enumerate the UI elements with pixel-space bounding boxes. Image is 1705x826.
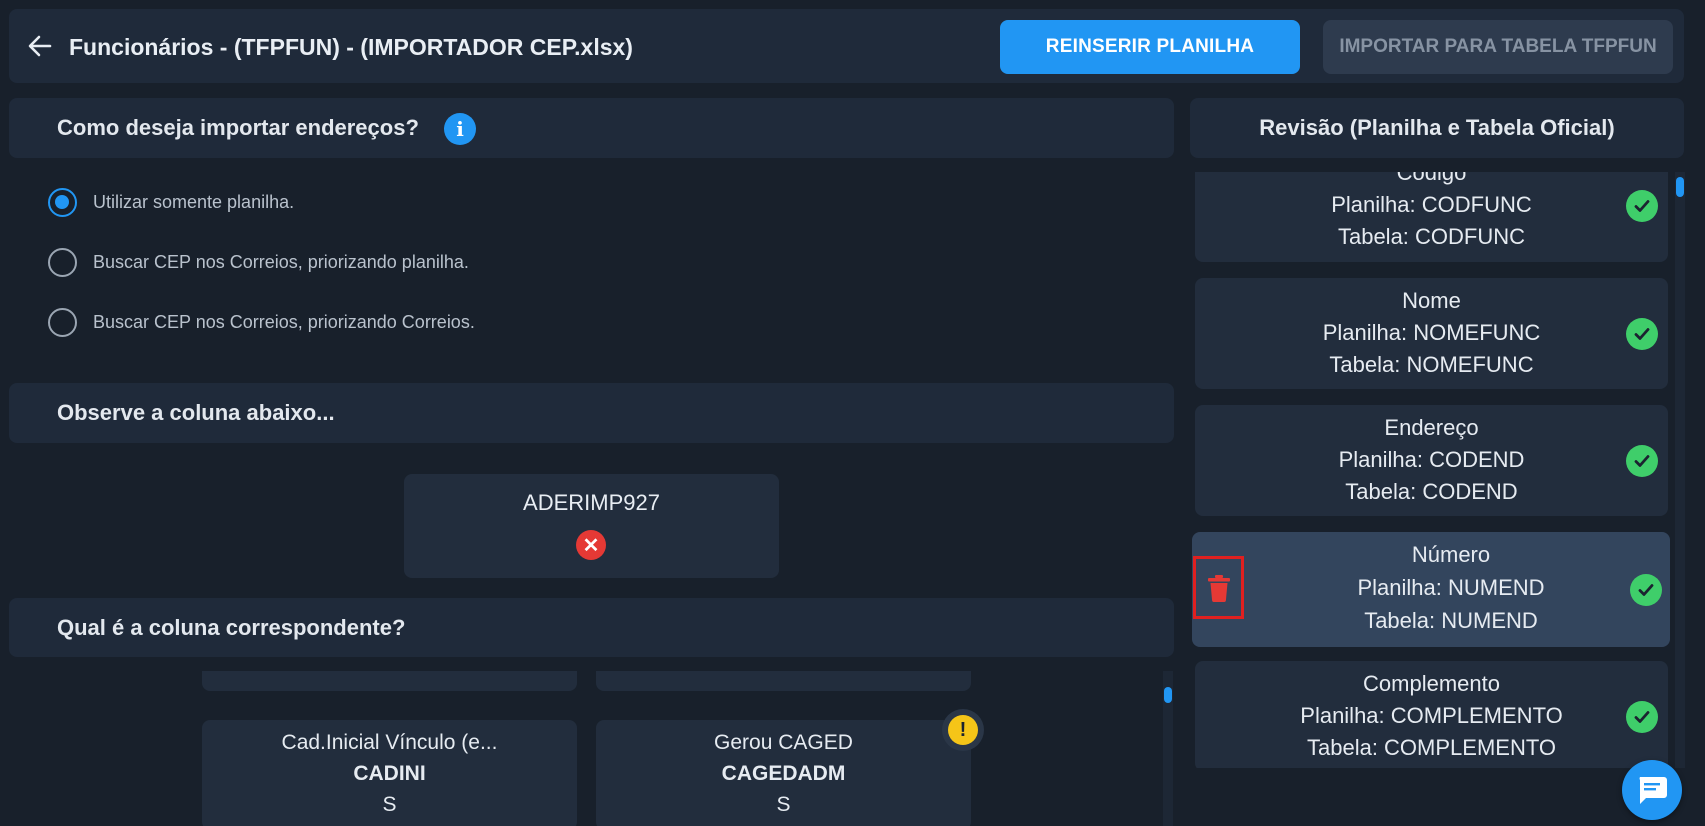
import-mode-header: Como deseja importar endereços? [9, 98, 1174, 158]
column-option-card[interactable]: Gerou CAGED CAGEDADM S [596, 720, 971, 826]
column-options-list[interactable]: I S Cad.Inicial Vínculo (e... CADINI S G… [9, 671, 1175, 826]
matching-column-title: Qual é a coluna correspondente? [57, 614, 406, 640]
review-title: Revisão (Planilha e Tabela Oficial) [1259, 115, 1615, 140]
check-icon [1630, 574, 1662, 606]
review-item-sheet: Planilha: CODEND [1338, 447, 1525, 472]
review-item-sheet: Planilha: CODFUNC [1331, 192, 1532, 217]
review-item: Complemento Planilha: COMPLEMENTO Tabela… [1195, 661, 1668, 768]
chat-button[interactable] [1622, 760, 1682, 820]
review-item-table: Tabela: NUMEND [1364, 608, 1538, 633]
review-item-name: Complemento [1363, 671, 1500, 696]
review-item-sheet: Planilha: COMPLEMENTO [1300, 703, 1563, 728]
review-item-table: Tabela: CODFUNC [1337, 224, 1526, 249]
radio-label: Utilizar somente planilha. [93, 192, 295, 212]
column-option-value: S [776, 793, 791, 816]
review-item-name: Endereço [1384, 415, 1479, 440]
column-option-card[interactable]: I [202, 671, 577, 691]
column-option-code: CAGEDADM [721, 762, 846, 785]
reinsert-sheet-button[interactable]: REINSERIR PLANILHA [1000, 20, 1300, 74]
review-item-sheet: Planilha: NUMEND [1357, 575, 1545, 600]
radio-option-correios-sheet-priority[interactable]: Buscar CEP nos Correios, priorizando pla… [48, 248, 469, 277]
chat-icon [1639, 777, 1667, 804]
matching-column-header: Qual é a coluna correspondente? [9, 598, 1174, 657]
scrollbar-thumb[interactable] [1164, 687, 1172, 703]
column-option-card[interactable]: Cad.Inicial Vínculo (e... CADINI S [202, 720, 577, 826]
review-item-selected[interactable]: Número Planilha: NUMEND Tabela: NUMEND [1192, 532, 1670, 647]
review-item-name: Código [1396, 172, 1467, 185]
observe-column-title: Observe a coluna abaixo... [57, 400, 335, 425]
import-to-table-button[interactable]: IMPORTAR PARA TABELA TFPFUN [1323, 20, 1673, 74]
column-option-label: Cad.Inicial Vínculo (e... [281, 731, 498, 754]
column-option-value: I [202, 671, 577, 675]
radio-button[interactable] [48, 248, 77, 277]
check-icon [1626, 190, 1658, 222]
delete-mapping-button[interactable] [1193, 556, 1244, 619]
radio-label: Buscar CEP nos Correios, priorizando Cor… [93, 312, 475, 332]
radio-label: Buscar CEP nos Correios, priorizando pla… [93, 252, 469, 272]
trash-icon [1207, 574, 1230, 602]
review-item-sheet: Planilha: NOMEFUNC [1322, 320, 1541, 345]
scrollbar-thumb[interactable] [1676, 177, 1684, 197]
column-option-code: CADINI [353, 762, 426, 785]
back-arrow-icon[interactable] [26, 32, 54, 60]
source-column-card: ADERIMP927 [404, 474, 779, 578]
review-item-name: Nome [1402, 288, 1461, 313]
review-list[interactable]: Código Planilha: CODFUNC Tabela: CODFUNC… [1190, 172, 1675, 768]
radio-option-correios-priority[interactable]: Buscar CEP nos Correios, priorizando Cor… [48, 308, 475, 337]
check-icon [1626, 318, 1658, 350]
column-option-value: S [596, 671, 971, 675]
review-scrollbar[interactable] [1675, 172, 1685, 768]
import-mode-title: Como deseja importar endereços? [57, 115, 419, 140]
check-icon [1626, 445, 1658, 477]
review-item: Nome Planilha: NOMEFUNC Tabela: NOMEFUNC [1195, 278, 1668, 389]
radio-button-checked[interactable] [48, 188, 77, 217]
warning-glyph: ! [948, 715, 978, 745]
check-icon [1626, 701, 1658, 733]
column-option-card[interactable]: S [596, 671, 971, 691]
source-column-name: ADERIMP927 [523, 490, 660, 515]
observe-column-header: Observe a coluna abaixo... [9, 383, 1174, 443]
review-item-table: Tabela: CODEND [1345, 479, 1518, 504]
info-icon[interactable]: i [444, 113, 476, 145]
review-item-table: Tabela: COMPLEMENTO [1306, 735, 1556, 760]
review-header: Revisão (Planilha e Tabela Oficial) [1190, 98, 1684, 158]
error-x-icon: ✕ [576, 530, 606, 560]
review-item: Código Planilha: CODFUNC Tabela: CODFUNC [1195, 172, 1668, 262]
column-option-value: S [382, 793, 397, 816]
radio-button[interactable] [48, 308, 77, 337]
options-scrollbar[interactable] [1163, 671, 1173, 826]
column-option-label: Gerou CAGED [714, 731, 853, 754]
review-item-name: Número [1411, 542, 1491, 567]
review-item-table: Tabela: NOMEFUNC [1329, 352, 1534, 377]
review-item: Endereço Planilha: CODEND Tabela: CODEND [1195, 405, 1668, 516]
warning-icon: ! [942, 709, 984, 751]
page-title: Funcionários - (TFPFUN) - (IMPORTADOR CE… [69, 34, 633, 60]
radio-option-sheet-only[interactable]: Utilizar somente planilha. [48, 188, 294, 217]
